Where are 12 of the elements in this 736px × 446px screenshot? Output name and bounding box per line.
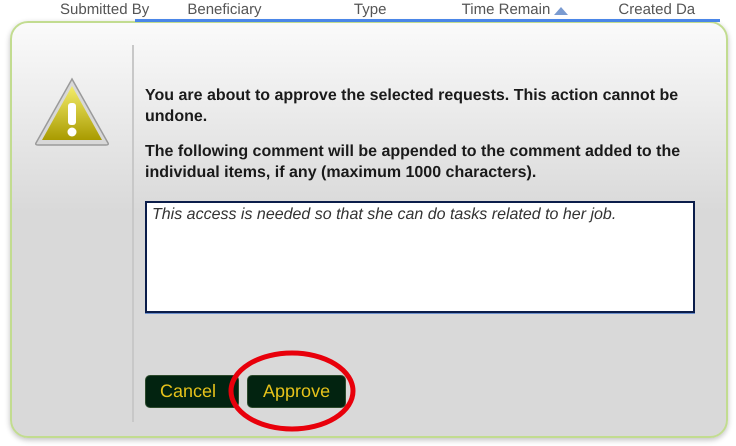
column-header[interactable]: Type — [354, 1, 386, 18]
sort-arrow-icon — [554, 7, 568, 15]
column-header[interactable]: Time Remain — [462, 1, 550, 18]
column-header[interactable]: Created Da — [618, 1, 696, 18]
warning-icon — [34, 77, 110, 147]
cancel-button[interactable]: Cancel — [145, 375, 240, 408]
comment-prompt: The following comment will be appended to the comment added to the individual items, if any (maximum 1000 characters). — [145, 142, 682, 183]
comment-field[interactable]: This access is needed so that she can do tasks related to her job. — [145, 201, 695, 313]
approve-button[interactable]: Approve — [247, 375, 346, 408]
column-header[interactable]: Submitted By — [60, 1, 150, 18]
column-header[interactable]: Beneficiary — [187, 1, 262, 18]
warning-message: You are about to approve the selected requests. This action cannot be undone. — [145, 86, 680, 127]
